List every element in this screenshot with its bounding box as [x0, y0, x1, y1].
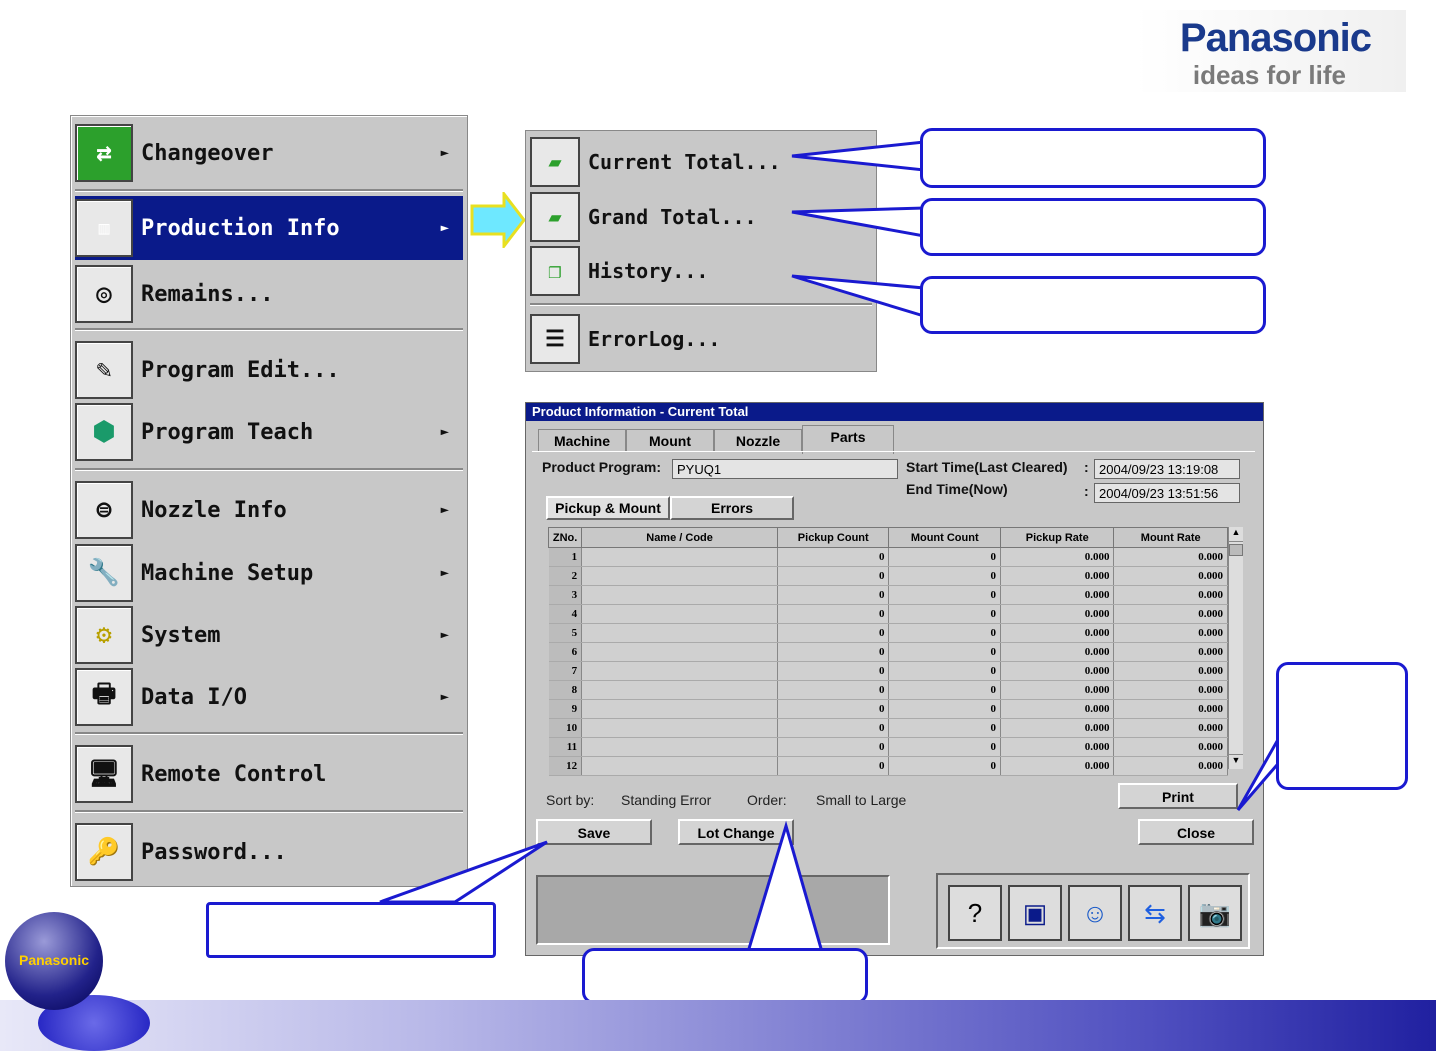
callout-close — [1276, 662, 1408, 790]
callout-save — [206, 902, 496, 958]
panasonic-globe-logo: Panasonic — [5, 912, 103, 1010]
callout-history — [920, 276, 1266, 334]
footer-bar — [0, 1000, 1436, 1051]
globe-logo-text: Panasonic — [18, 952, 90, 968]
callout-current-total — [920, 128, 1266, 188]
callout-lot-change — [582, 948, 868, 1004]
callout-grand-total — [920, 198, 1266, 256]
